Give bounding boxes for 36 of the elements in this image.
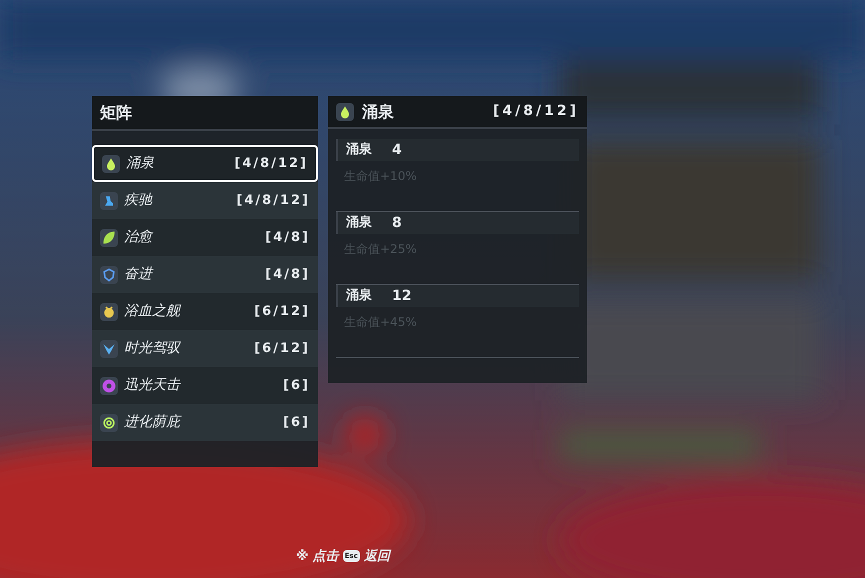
list-item[interactable]: 浴血之舰 [6/12]	[92, 293, 318, 330]
list-item[interactable]: 进化荫庇 [6]	[92, 404, 318, 441]
effect-count: 4	[392, 140, 402, 160]
hint-mark: ※	[296, 548, 309, 566]
item-tiers: [6/12]	[254, 340, 310, 358]
item-tiers: [6]	[283, 376, 310, 395]
item-tiers: [6]	[283, 414, 310, 432]
panel-title: 矩阵	[100, 102, 132, 124]
effect-name: 涌泉	[346, 214, 372, 232]
item-name: 时光驾驭	[124, 339, 180, 358]
item-name: 治愈	[124, 228, 152, 247]
item-name: 进化荫庇	[124, 413, 180, 432]
effect-name: 涌泉	[346, 287, 372, 306]
item-name: 涌泉	[126, 154, 154, 173]
item-tiers: [6/12]	[254, 302, 310, 321]
item-tiers: [4/8]	[265, 266, 310, 284]
item-name: 奋进	[124, 265, 152, 284]
effect-count: 12	[392, 286, 412, 306]
list-item[interactable]: 奋进 [4/8]	[92, 256, 318, 293]
effect-count: 8	[392, 214, 402, 232]
detail-title: 涌泉	[362, 100, 394, 122]
list-item[interactable]: 疾驰 [4/8/12]	[92, 182, 318, 219]
list-item[interactable]: 时光驾驭 [6/12]	[92, 330, 318, 367]
detail-tiers: [4/8/12]	[493, 102, 579, 121]
list-item[interactable]: 治愈 [4/8]	[92, 219, 318, 256]
hint-text: 点击	[312, 548, 339, 566]
item-tiers: [4/8/12]	[236, 192, 310, 210]
list-item[interactable]: 迅光天击 [6]	[92, 367, 318, 404]
item-tiers: [4/8/12]	[234, 154, 308, 173]
item-tiers: [4/8]	[265, 228, 310, 247]
effect-name: 涌泉	[346, 141, 372, 160]
item-name: 疾驰	[124, 191, 152, 210]
item-name: 浴血之舰	[124, 302, 180, 321]
hint-text: 返回	[364, 548, 390, 566]
list-item[interactable]: 涌泉 [4/8/12]	[92, 145, 318, 182]
item-name: 迅光天击	[124, 376, 180, 395]
